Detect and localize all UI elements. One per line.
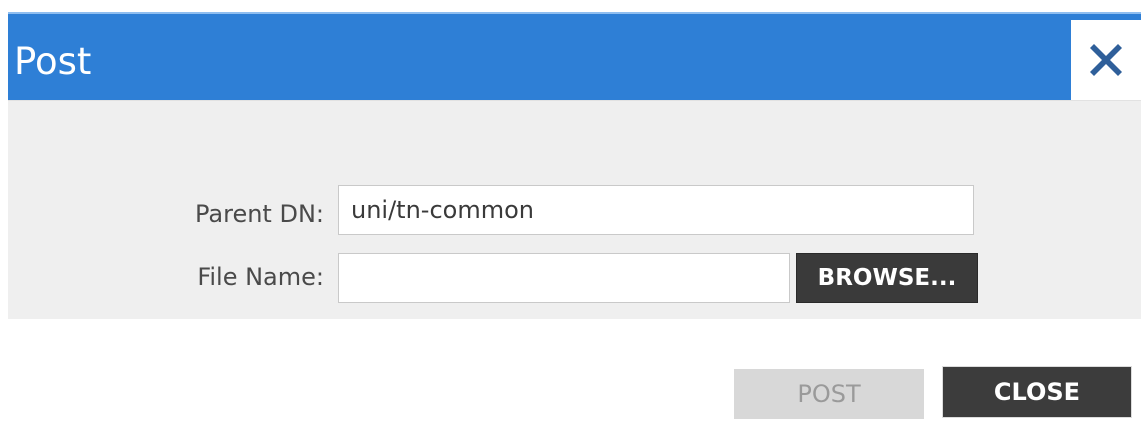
close-x-glyph [1090, 44, 1122, 76]
form-panel: Parent DN: File Name: BROWSE... [8, 100, 1141, 319]
file-name-label: File Name: [197, 263, 324, 291]
close-icon[interactable] [1071, 20, 1141, 100]
post-dialog: Post Parent DN: File Name: BROWSE... POS… [0, 0, 1141, 434]
post-button[interactable]: POST [734, 369, 924, 419]
file-name-input[interactable] [338, 253, 790, 303]
dialog-title: Post [14, 40, 92, 83]
browse-button[interactable]: BROWSE... [796, 253, 978, 303]
parent-dn-label: Parent DN: [195, 200, 324, 228]
close-button[interactable]: CLOSE [942, 366, 1132, 418]
parent-dn-input[interactable] [338, 185, 974, 235]
dialog-titlebar: Post [8, 12, 1141, 100]
